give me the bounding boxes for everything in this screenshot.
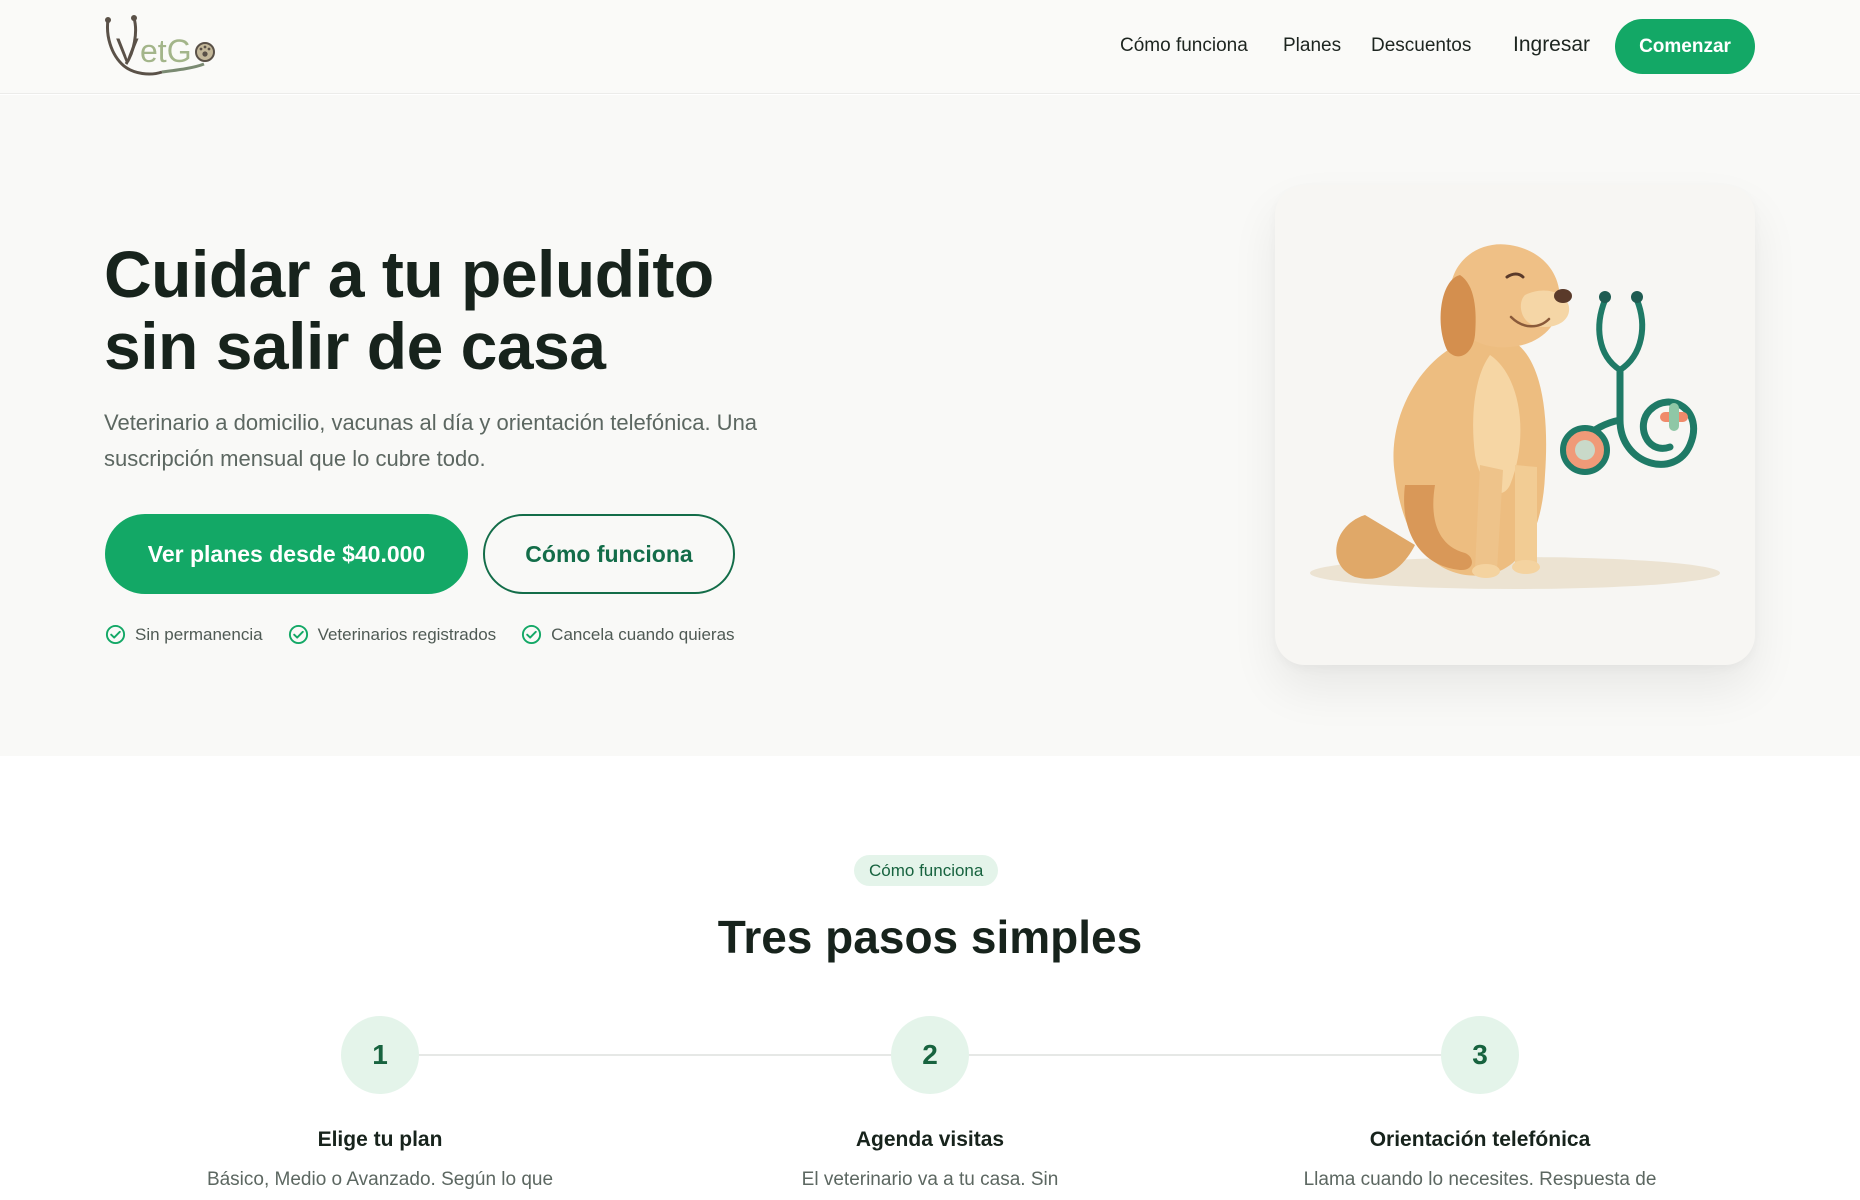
hero-section: Cuidar a tu peludito sin salir de casa V… xyxy=(0,95,1860,756)
step-number-1: 1 xyxy=(341,1016,419,1094)
dog-stethoscope-illustration xyxy=(1310,244,1720,589)
svg-text:etG: etG xyxy=(140,33,192,69)
step-number-3: 3 xyxy=(1441,1016,1519,1094)
step-number-2: 2 xyxy=(891,1016,969,1094)
svg-text:V: V xyxy=(116,32,139,70)
step-title-2: Agenda visitas xyxy=(855,1128,1005,1151)
nav-descuentos[interactable]: Descuentos xyxy=(1371,35,1471,57)
hero-illustration-card xyxy=(1275,185,1755,665)
section-pill-how-it-works: Cómo funciona xyxy=(854,855,999,886)
check-circle-icon xyxy=(105,624,126,645)
step-desc-1: Básico, Medio o Avanzado. Según lo que xyxy=(206,1169,554,1190)
step-desc-2: El veterinario va a tu casa. Sin xyxy=(801,1169,1059,1190)
check-circle-icon xyxy=(522,624,542,645)
start-button[interactable]: Comenzar xyxy=(1615,19,1755,74)
badge-registered-vets: Veterinarios registrados xyxy=(288,624,497,645)
step-title-3: Orientación telefónica xyxy=(1369,1128,1591,1151)
badge-no-permanence: Sin permanencia xyxy=(105,624,263,645)
badge-label: Sin permanencia xyxy=(135,624,263,644)
badge-label: Cancela cuando quieras xyxy=(551,624,735,644)
login-link[interactable]: Ingresar xyxy=(1513,33,1590,57)
how-it-works-button[interactable]: Cómo funciona xyxy=(483,514,735,594)
step-title-1: Elige tu plan xyxy=(317,1128,443,1151)
step-desc-3: Llama cuando lo necesites. Respuesta de xyxy=(1303,1169,1657,1190)
badge-cancel-anytime: Cancela cuando quieras xyxy=(521,624,735,645)
nav-planes[interactable]: Planes xyxy=(1283,35,1341,57)
site-header: V etG Cómo funciona Planes Descuentos In… xyxy=(0,0,1860,94)
vetgo-logo[interactable]: V etG xyxy=(104,14,220,80)
view-plans-button[interactable]: Ver planes desde $40.000 xyxy=(105,514,468,594)
badge-label: Veterinarios registrados xyxy=(317,624,497,644)
section-title: Tres pasos simples xyxy=(717,911,1143,963)
trust-badges: Sin permanencia Veterinarios registrados… xyxy=(105,624,760,645)
hero-title: Cuidar a tu peludito sin salir de casa xyxy=(104,237,714,383)
check-circle-icon xyxy=(288,624,308,645)
hero-subtitle: Veterinario a domicilio, vacunas al día … xyxy=(104,410,758,471)
nav-como-funciona[interactable]: Cómo funciona xyxy=(1120,35,1248,57)
logo-stethoscope-icon: V etG xyxy=(105,15,215,76)
